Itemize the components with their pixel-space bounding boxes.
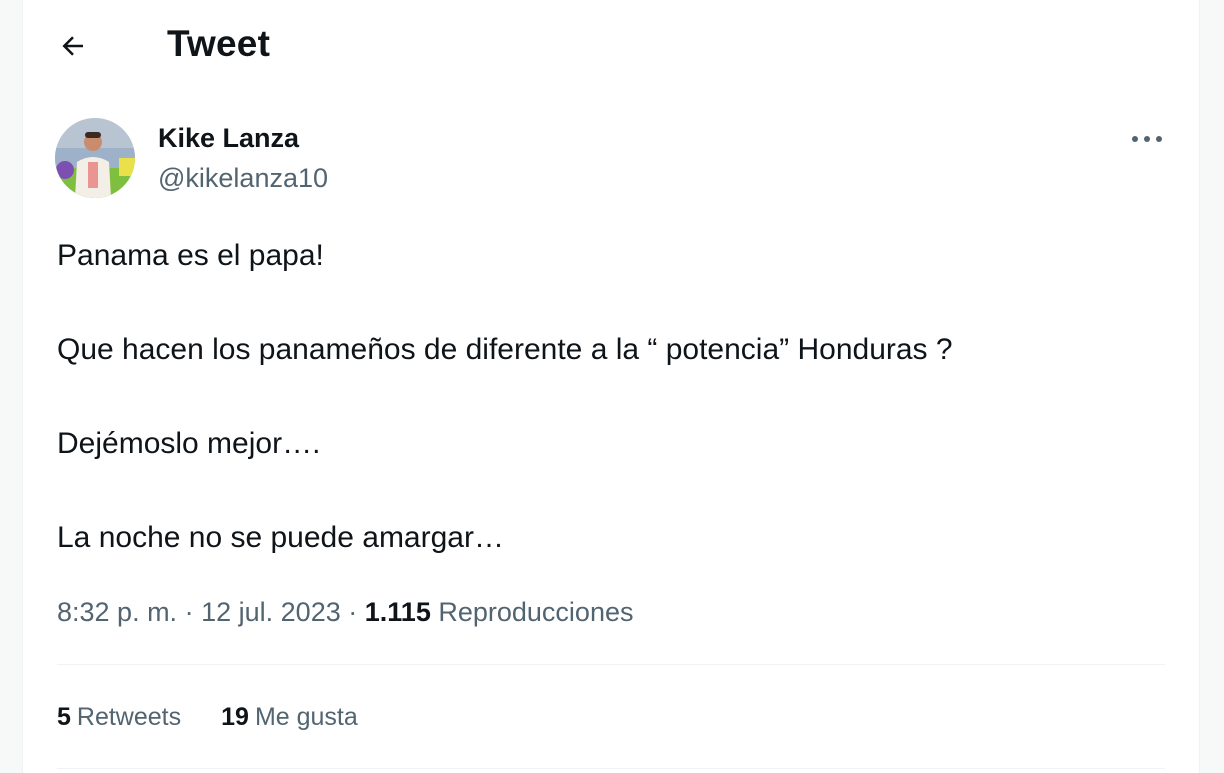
author-handle[interactable]: @kikelanza10 <box>158 162 328 194</box>
tweet-stats: 5 Retweets 19 Me gusta <box>57 700 358 734</box>
author-display-name[interactable]: Kike Lanza <box>158 122 299 154</box>
tweet-author: Kike Lanza @kikelanza10 <box>55 118 1167 200</box>
page-title: Tweet <box>167 23 271 64</box>
divider <box>57 768 1165 769</box>
header: Tweet <box>23 0 1199 90</box>
likes-label: Me gusta <box>254 703 358 731</box>
tweet-text-line: Que hacen los panameños de diferente a l… <box>57 333 953 366</box>
more-horizontal-icon <box>1132 136 1162 142</box>
tweet-text-line: La noche no se puede amargar… <box>57 521 504 554</box>
page: Tweet Kike Lanza @kikelanza10 Panama es … <box>0 0 1224 773</box>
tweet-meta: 8:32 p. m. · 12 jul. 2023 · 1.115 Reprod… <box>57 594 633 630</box>
views-count: 1.115 <box>364 597 431 627</box>
meta-separator: · <box>348 597 358 627</box>
meta-separator: · <box>184 597 194 627</box>
retweets-label: Retweets <box>76 703 182 731</box>
tweet-detail-column: Tweet Kike Lanza @kikelanza10 Panama es … <box>22 0 1200 773</box>
retweets-count: 5 <box>57 703 71 731</box>
arrow-left-icon <box>62 36 83 56</box>
likes-stat[interactable]: 19 Me gusta <box>221 700 358 734</box>
tweet-text-line: Panama es el papa! <box>57 239 324 272</box>
tweet-date[interactable]: 12 jul. 2023 <box>201 597 341 627</box>
likes-count: 19 <box>221 703 249 731</box>
tweet-text: Panama es el papa! Que hacen los panameñ… <box>57 236 1157 612</box>
tweet-time[interactable]: 8:32 p. m. <box>57 597 177 627</box>
avatar-photo <box>55 118 135 198</box>
tweet-text-line: Dejémoslo mejor…. <box>57 427 321 460</box>
more-options-button[interactable] <box>1127 124 1167 154</box>
views-label: Reproducciones <box>438 597 634 627</box>
divider <box>57 664 1165 665</box>
avatar[interactable] <box>55 118 135 198</box>
back-button[interactable] <box>53 26 93 66</box>
retweets-stat[interactable]: 5 Retweets <box>57 700 181 734</box>
